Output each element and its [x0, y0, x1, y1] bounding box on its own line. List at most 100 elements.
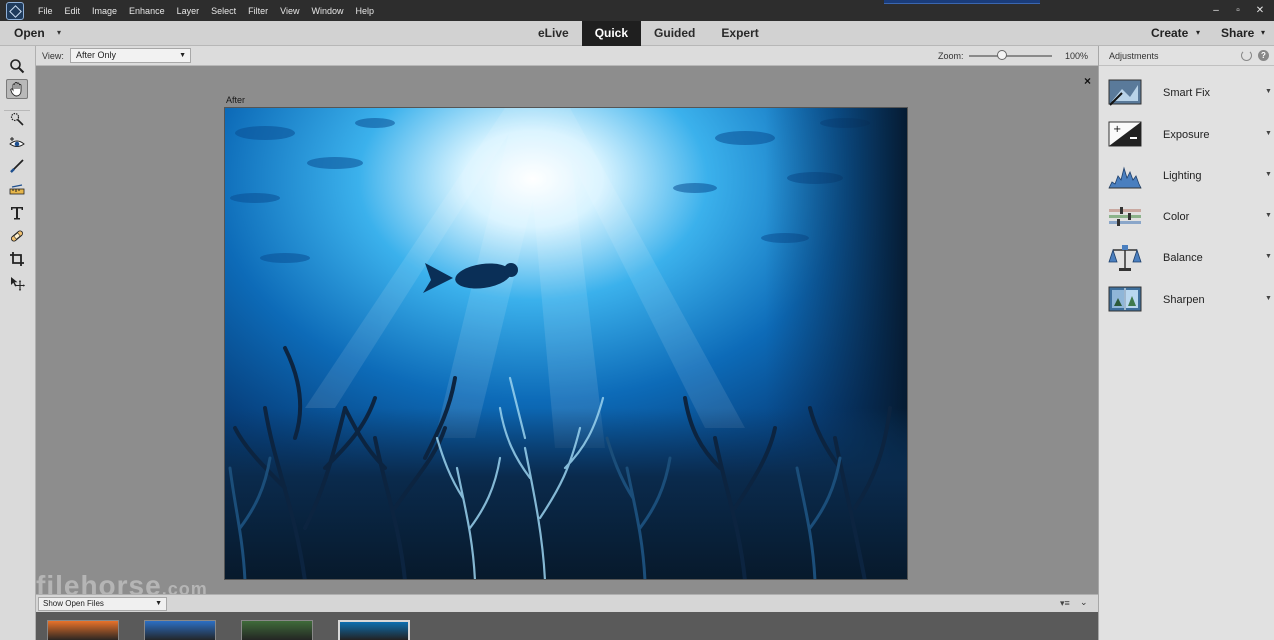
- ruler-icon: [9, 184, 25, 195]
- underwater-photo: [225, 108, 907, 579]
- bandage-icon: [10, 230, 24, 242]
- chevron-down-icon: ▼: [1265, 212, 1272, 219]
- red-eye-tool[interactable]: [6, 133, 28, 153]
- open-button[interactable]: Open: [14, 26, 45, 40]
- photo-bin: [36, 612, 1098, 640]
- options-bar: View: After Only ▼ Zoom: 100%: [36, 46, 1098, 66]
- panel-title: Adjustments: [1109, 51, 1159, 61]
- title-accent: [884, 0, 1040, 4]
- svg-text:+: +: [1113, 124, 1121, 135]
- type-icon: [11, 207, 23, 220]
- menu-help[interactable]: Help: [349, 6, 380, 16]
- view-select[interactable]: After Only ▼: [70, 48, 191, 63]
- eye-icon: [9, 137, 25, 147]
- spot-healing-tool[interactable]: [6, 226, 28, 246]
- menu-layer[interactable]: Layer: [171, 6, 206, 16]
- tab-elive[interactable]: eLive: [525, 21, 582, 46]
- document-image[interactable]: [224, 107, 908, 580]
- adjustments-panel: Adjustments ? Smart Fix ▼ + Exposure ▼ L…: [1098, 46, 1274, 640]
- straighten-tool[interactable]: [6, 179, 28, 199]
- smart-fix-label: Smart Fix: [1163, 87, 1211, 99]
- after-label: After: [226, 95, 246, 105]
- crop-tool[interactable]: [6, 249, 28, 269]
- exposure-label: Exposure: [1163, 129, 1210, 141]
- zoom-slider-track[interactable]: [969, 55, 1052, 57]
- adjustment-balance[interactable]: Balance ▼: [1099, 242, 1274, 276]
- minimize-button[interactable]: –: [1208, 4, 1224, 17]
- tab-expert[interactable]: Expert: [708, 21, 771, 46]
- view-label: View:: [42, 51, 64, 61]
- thumbnail-sunset[interactable]: [47, 620, 119, 640]
- chevron-down-icon: ▼: [1265, 88, 1272, 95]
- menu-view[interactable]: View: [274, 6, 305, 16]
- create-dropdown-caret[interactable]: ▾: [1196, 28, 1200, 37]
- menu-file[interactable]: File: [32, 6, 59, 16]
- chevron-down-icon: ▼: [1265, 295, 1272, 302]
- menu-enhance[interactable]: Enhance: [123, 6, 171, 16]
- balance-label: Balance: [1163, 252, 1203, 264]
- adjustment-sharpen[interactable]: Sharpen ▼: [1099, 284, 1274, 318]
- bin-collapse-icon[interactable]: ⌄: [1080, 597, 1088, 608]
- window-controls: – ▫ ✕: [1208, 0, 1268, 21]
- lighting-icon: [1108, 166, 1142, 189]
- share-dropdown-caret[interactable]: ▾: [1261, 28, 1265, 37]
- tab-guided[interactable]: Guided: [641, 21, 708, 46]
- hand-tool[interactable]: [6, 79, 28, 99]
- adjustment-exposure[interactable]: + Exposure ▼: [1099, 119, 1274, 153]
- zoom-slider-thumb[interactable]: [997, 50, 1008, 60]
- menu-edit[interactable]: Edit: [59, 6, 87, 16]
- thumbnail-forest[interactable]: [241, 620, 313, 640]
- menu-window[interactable]: Window: [305, 6, 349, 16]
- chevron-down-icon: ▼: [179, 52, 186, 59]
- type-tool[interactable]: [6, 203, 28, 223]
- help-icon[interactable]: ?: [1258, 50, 1269, 61]
- quick-selection-tool[interactable]: [6, 109, 28, 129]
- adjustment-smart-fix[interactable]: Smart Fix ▼: [1099, 77, 1274, 111]
- brush-icon: [10, 159, 24, 173]
- magnifier-icon: [10, 59, 25, 74]
- color-label: Color: [1163, 211, 1190, 223]
- menu-select[interactable]: Select: [205, 6, 242, 16]
- create-button[interactable]: Create: [1151, 26, 1188, 40]
- chevron-down-icon: ▼: [1265, 253, 1272, 260]
- color-icon: [1109, 207, 1141, 226]
- open-dropdown-caret[interactable]: ▾: [57, 28, 61, 37]
- quick-select-icon: [10, 112, 24, 126]
- sharpen-icon: [1108, 286, 1142, 312]
- move-icon: [11, 277, 25, 291]
- close-document-button[interactable]: ×: [1084, 74, 1091, 88]
- zoom-label: Zoom:: [938, 51, 964, 61]
- adjustment-lighting[interactable]: Lighting ▼: [1099, 160, 1274, 194]
- view-select-value: After Only: [76, 50, 117, 60]
- bin-source-value: Show Open Files: [43, 599, 104, 608]
- thumbnail-underwater[interactable]: [338, 620, 410, 640]
- bin-source-select[interactable]: Show Open Files ▼: [38, 597, 167, 611]
- mode-tabs: eLive Quick Guided Expert: [525, 21, 772, 46]
- photo-bin-bar: Show Open Files ▼ ▾≡ ⌄: [36, 594, 1098, 612]
- zoom-tool[interactable]: [6, 56, 28, 76]
- reset-icon[interactable]: [1241, 50, 1252, 61]
- app-logo-icon: [6, 1, 24, 20]
- zoom-value: 100%: [1065, 51, 1089, 61]
- chevron-down-icon: ▼: [1265, 130, 1272, 137]
- move-tool[interactable]: [6, 273, 28, 293]
- close-window-button[interactable]: ✕: [1252, 4, 1268, 17]
- balance-icon: [1108, 245, 1142, 271]
- sharpen-label: Sharpen: [1163, 294, 1205, 306]
- thumbnail-sky[interactable]: [144, 620, 216, 640]
- menu-image[interactable]: Image: [86, 6, 123, 16]
- menu-filter[interactable]: Filter: [242, 6, 274, 16]
- smart-fix-icon: [1108, 79, 1142, 106]
- mode-bar: Open ▾ eLive Quick Guided Expert Create …: [0, 21, 1274, 46]
- share-button[interactable]: Share: [1221, 26, 1254, 40]
- tab-quick[interactable]: Quick: [581, 21, 642, 46]
- bin-menu-icon[interactable]: ▾≡: [1060, 598, 1070, 609]
- panel-header: Adjustments ?: [1099, 46, 1274, 66]
- restore-button[interactable]: ▫: [1230, 4, 1246, 17]
- chevron-down-icon: ▼: [155, 600, 162, 607]
- hand-icon: [10, 82, 22, 97]
- chevron-down-icon: ▼: [1265, 171, 1272, 178]
- adjustment-color[interactable]: Color ▼: [1099, 201, 1274, 235]
- canvas-area[interactable]: × After: [36, 66, 1098, 594]
- brush-tool[interactable]: [6, 156, 28, 176]
